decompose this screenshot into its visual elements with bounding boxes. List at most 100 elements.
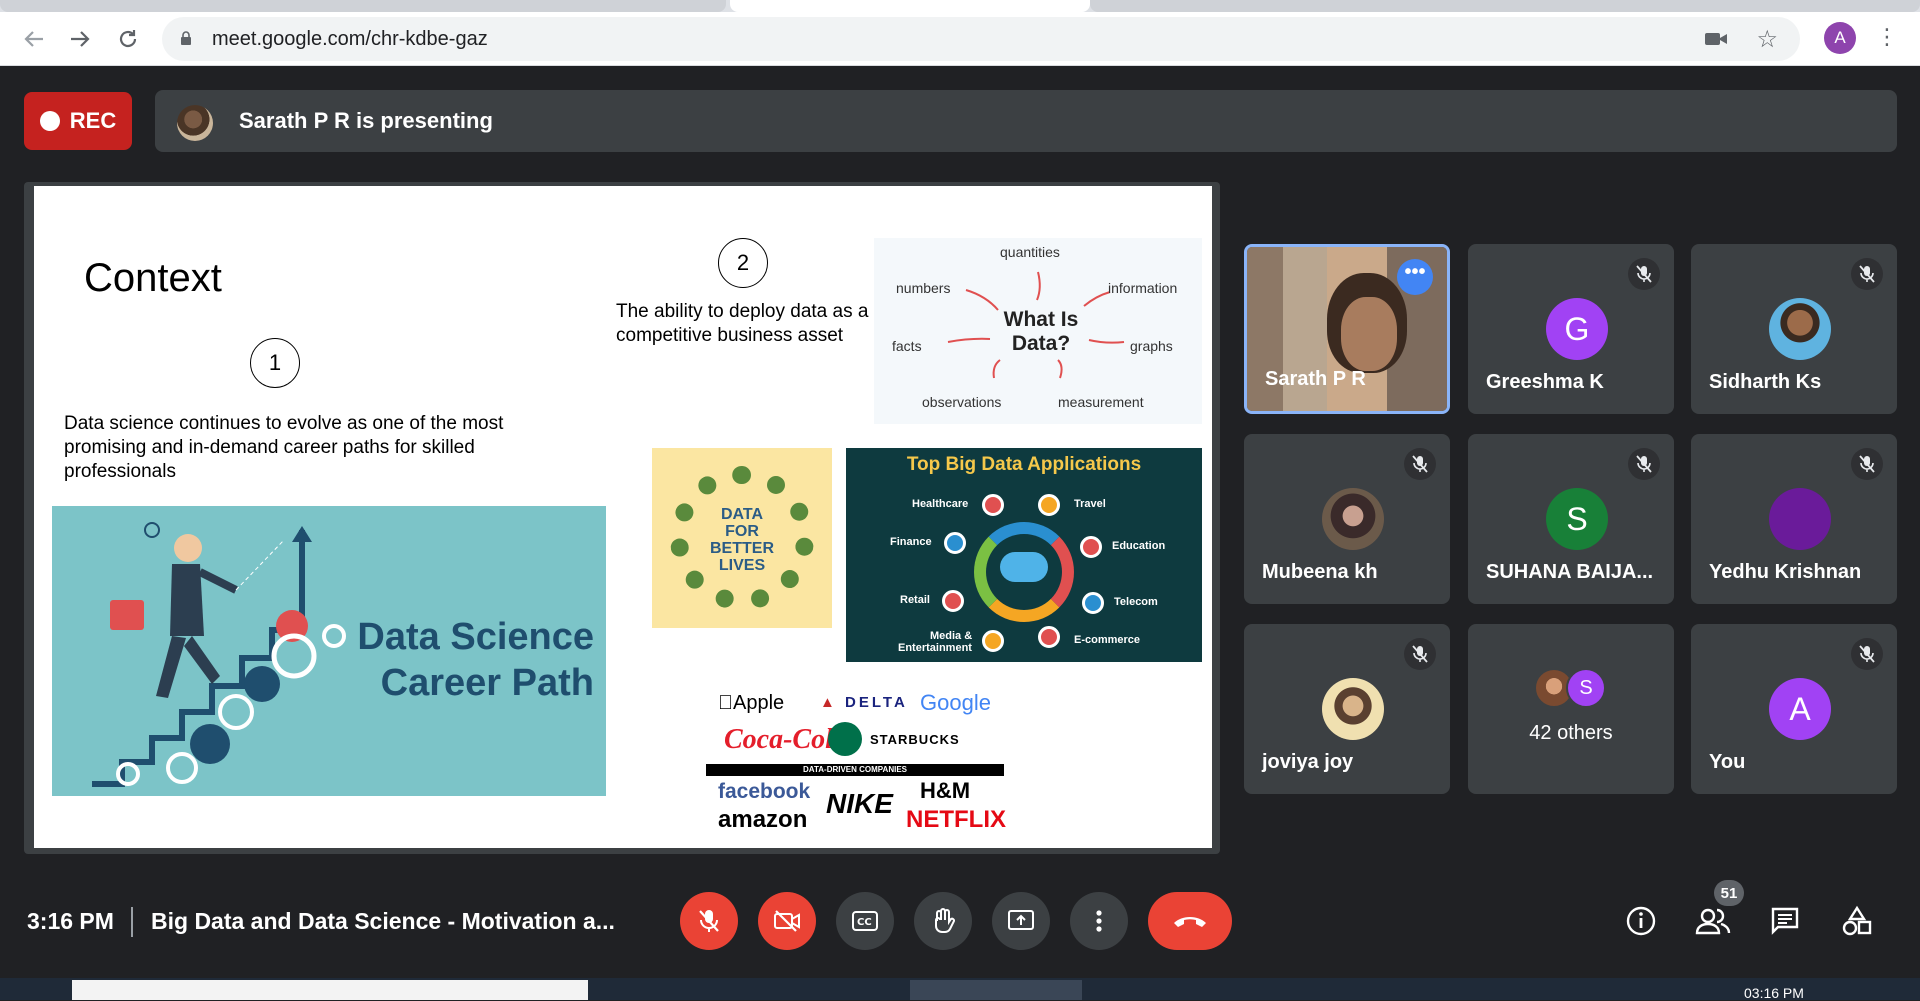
browser-tab[interactable] [0,0,726,12]
participant-video-face [1341,297,1397,371]
recording-label: REC [69,108,117,133]
what-is-data-graphic: quantities numbers information facts gra… [874,238,1202,424]
participant-tile-joviya[interactable]: joviya joy [1244,624,1450,794]
mic-off-icon [1404,448,1436,480]
word-numbers: numbers [896,280,951,296]
mic-off-icon [1851,258,1883,290]
career-path-banner: Data Science Career Path [52,506,606,796]
mic-off-icon [1851,638,1883,670]
dfbl-line4: LIVES [718,557,766,574]
forward-button[interactable] [66,25,94,53]
back-button[interactable] [20,25,48,53]
big-data-applications-graphic: Top Big Data Applications Healthcare Tra… [846,448,1202,662]
leave-call-button[interactable] [1148,892,1232,950]
point-2-text: The ability to deploy data as a competit… [616,301,869,346]
meeting-details-button[interactable] [1620,900,1662,942]
svg-text:CC: CC [857,917,872,928]
participant-photo [1769,298,1831,360]
nike-logo: NIKE [826,788,893,819]
participant-avatar: G [1546,298,1608,360]
app-ecommerce: E-commerce [1074,634,1141,646]
hm-logo: H&M [920,778,971,803]
captions-icon: CC [852,911,878,931]
chat-button[interactable] [1764,900,1806,942]
participant-tile-mubeena[interactable]: Mubeena kh [1244,434,1450,604]
telecom-icon [1082,592,1104,614]
taskbar-clock: 03:16 PM [1744,985,1804,1001]
more-options-button[interactable]: ••• [1397,259,1433,295]
participant-tile-greeshma[interactable]: G Greeshma K [1468,244,1674,414]
more-vert-icon [1096,910,1102,932]
meeting-title: Big Data and Data Science - Motivation a… [151,908,615,934]
captions-button[interactable]: CC [836,892,894,950]
presenting-banner: Sarath P R is presenting [155,90,1897,152]
reload-icon [119,30,137,48]
others-avatar: S [1566,668,1606,708]
people-icon [1695,908,1731,935]
bookmark-star-icon[interactable]: ☆ [1756,25,1778,54]
starbucks-logo: STARBUCKS [870,732,960,747]
wordcloud-center-line1: What Is [1003,308,1079,331]
participant-photo [1322,488,1384,550]
participant-photo [1322,678,1384,740]
app-travel: Travel [1074,498,1106,510]
big-data-title: Top Big Data Applications [906,454,1142,475]
address-bar[interactable]: meet.google.com/chr-kdbe-gaz ☆ [162,17,1800,61]
taskbar-app[interactable] [910,980,1082,1000]
starbucks-logo-icon [828,722,862,756]
microphone-toggle-button[interactable] [680,892,738,950]
camera-permission-icon[interactable] [1704,29,1728,49]
mic-off-icon [1628,258,1660,290]
browser-tab-active[interactable] [730,0,1090,12]
wordcloud-center: What Is Data? [986,308,1096,356]
browser-toolbar: meet.google.com/chr-kdbe-gaz ☆ A ⋮ [0,12,1920,66]
participant-tile-sidharth[interactable]: Sidharth Ks [1691,244,1897,414]
participant-avatar: S [1546,488,1608,550]
word-information: information [1108,280,1178,296]
url-text: meet.google.com/chr-kdbe-gaz [212,28,488,50]
retail-icon [942,590,964,612]
mic-off-icon [699,910,719,932]
camera-toggle-button[interactable] [758,892,816,950]
profile-avatar[interactable]: A [1824,22,1856,54]
more-options-bottom-button[interactable] [1070,892,1128,950]
hand-icon [935,908,955,933]
participant-tile-sarath[interactable]: ••• Sarath P R [1244,244,1450,414]
finance-icon [944,532,966,554]
word-observations: observations [922,394,1002,410]
participant-avatar [1769,488,1831,550]
activities-button[interactable] [1836,900,1878,942]
cloud-icon [1000,552,1048,582]
participant-tile-suhana[interactable]: S SUHANA BAIJA... [1468,434,1674,604]
word-graphs: graphs [1130,338,1173,354]
amazon-logo: amazon [718,806,808,833]
participant-name: Mubeena kh [1262,561,1378,583]
participant-name: Sidharth Ks [1709,371,1822,393]
delta-logo: ▲ DELTA [820,694,908,711]
participant-tile-yedhu[interactable]: Yedhu Krishnan [1691,434,1897,604]
activities-shapes-icon [1842,905,1872,936]
heart-icon [982,494,1004,516]
slide-title: Context [84,256,222,300]
delta-logo-text: DELTA [845,694,908,711]
participant-tile-you[interactable]: A You [1691,624,1897,794]
media-icon [982,630,1004,652]
participants-button[interactable] [1692,900,1734,942]
lock-icon [181,31,191,45]
participant-name: Sarath P R [1265,368,1366,390]
reload-button[interactable] [114,25,142,53]
raise-hand-button[interactable] [914,892,972,950]
mic-off-icon [1628,448,1660,480]
taskbar-search-box[interactable] [72,980,588,1000]
others-count-label: 42 others [1529,722,1613,744]
dfbl-line1: DATA [720,506,764,523]
travel-icon [1038,494,1060,516]
chat-icon [1771,907,1799,935]
participant-tile-others[interactable]: S 42 others [1468,624,1674,794]
browser-tab[interactable] [1090,0,1920,12]
ecommerce-icon [1038,626,1060,648]
present-now-button[interactable] [992,892,1050,950]
os-taskbar: 03:16 PM [0,978,1920,1001]
browser-menu-icon[interactable]: ⋮ [1876,26,1898,48]
recording-badge: REC [24,92,132,150]
